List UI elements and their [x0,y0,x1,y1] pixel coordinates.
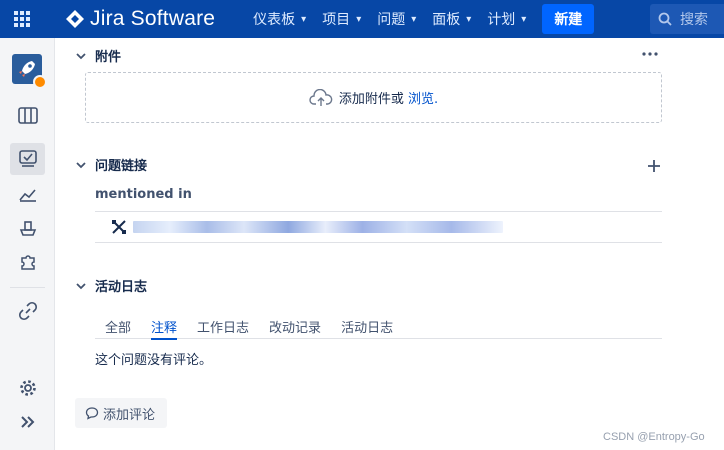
brand-name: Jira Software [90,7,216,30]
nav-label: 项目 [322,12,351,28]
tab-all[interactable]: 全部 [95,314,141,338]
grid-icon [14,11,30,27]
dropzone-text: 添加附件或 [338,92,404,107]
tab-history[interactable]: 改动记录 [259,314,331,338]
issue-detail-main: 附件 添加附件或 浏览. 问题链接 mentioned in 活动日志 全部 注… [56,38,724,450]
app-switcher-button[interactable] [0,0,44,38]
settings-icon[interactable] [10,372,45,404]
add-comment-button[interactable]: 添加评论 [75,398,168,428]
issue-links-title: 问题链接 [95,159,148,174]
nav-dashboards[interactable]: 仪表板 ▾ [245,0,314,38]
activity-tabs: 全部 注释 工作日志 改动记录 活动日志 [95,314,662,340]
link-icon[interactable] [10,295,45,327]
nav-boards[interactable]: 面板 ▾ [424,0,479,38]
nav-label: 仪表板 [253,12,296,28]
nav-projects[interactable]: 项目 ▾ [314,0,369,38]
chevron-down-icon: ▾ [466,13,472,25]
search-icon [658,12,672,26]
chevron-down-icon: ▾ [301,13,307,25]
chevron-down-icon [75,50,87,62]
browse-link[interactable]: 浏览. [408,88,438,107]
plus-icon [648,160,660,172]
attachment-dropzone[interactable]: 添加附件或 浏览. [85,72,662,123]
top-navigation: Jira Software 仪表板 ▾ 项目 ▾ 问题 ▾ 面板 ▾ 计划 ▾ 新建 搜索 [0,0,724,38]
chevron-down-icon: ▾ [521,13,527,25]
nav-label: 面板 [432,12,461,28]
linked-issue-row[interactable] [95,211,662,243]
activity-title: 活动日志 [95,280,148,295]
chevron-down-icon: ▾ [411,13,417,25]
empty-comments-message: 这个问题没有评论。 [95,353,213,368]
comment-icon [85,406,99,420]
create-button[interactable]: 新建 [542,4,595,34]
redacted-issue-summary [133,221,503,233]
issues-icon[interactable] [10,143,45,175]
project-type-badge [33,75,47,89]
reports-icon[interactable] [10,178,45,210]
board-icon[interactable] [10,100,45,132]
jira-logo-icon [66,10,84,28]
search-input[interactable]: 搜索 [650,4,724,34]
activity-header[interactable]: 活动日志 [75,276,147,295]
sidebar-divider [10,287,45,288]
components-icon[interactable] [10,246,45,278]
issue-links-header[interactable]: 问题链接 [75,155,147,174]
more-icon [642,52,658,56]
more-options-button[interactable] [638,46,662,62]
search-placeholder: 搜索 [680,12,708,28]
nav-label: 计划 [487,12,516,28]
tab-comments[interactable]: 注释 [141,314,187,340]
jira-logo[interactable]: Jira Software [44,0,215,38]
link-type-label: mentioned in [95,187,192,202]
tab-worklog[interactable]: 工作日志 [187,314,259,338]
chevron-down-icon [75,159,87,171]
tab-activity[interactable]: 活动日志 [331,314,403,338]
nav-plans[interactable]: 计划 ▾ [479,0,534,38]
upload-cloud-icon [309,88,333,107]
chevron-down-icon [75,280,87,292]
expand-icon[interactable] [10,406,45,438]
project-sidebar [0,38,55,450]
attachments-title: 附件 [95,50,122,65]
watermark: CSDN @Entropy-Go [603,431,705,443]
nav-label: 问题 [377,12,406,28]
nav-issues[interactable]: 问题 ▾ [369,0,424,38]
releases-icon[interactable] [10,212,45,244]
add-link-button[interactable] [644,156,664,176]
attachments-header[interactable]: 附件 [75,46,121,65]
add-comment-label: 添加评论 [103,407,156,423]
project-avatar[interactable] [12,54,47,89]
issue-type-icon [111,219,127,235]
nav-menu: 仪表板 ▾ 项目 ▾ 问题 ▾ 面板 ▾ 计划 ▾ [245,0,534,38]
chevron-down-icon: ▾ [356,13,362,25]
